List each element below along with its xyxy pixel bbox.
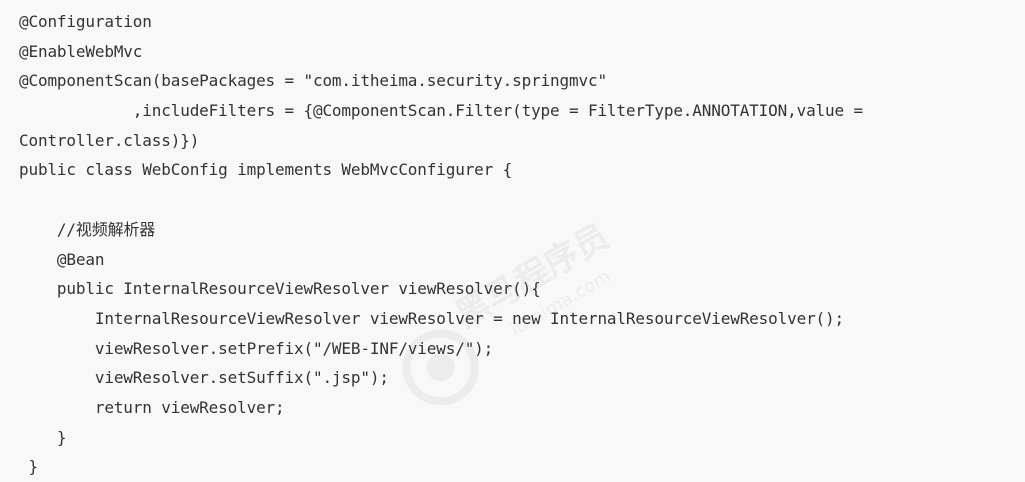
code-line: @Configuration — [19, 12, 152, 31]
code-line: return viewResolver; — [19, 397, 285, 417]
code-line: @EnableWebMvc — [19, 41, 143, 61]
code-line: public InternalResourceViewResolver view… — [19, 279, 541, 299]
code-line: ,includeFilters = {@ComponentScan.Filter… — [19, 101, 863, 121]
code-line: InternalResourceViewResolver viewResolve… — [19, 308, 845, 328]
code-line: @ComponentScan(basePackages = "com.ithei… — [19, 71, 607, 91]
code-line: viewResolver.setSuffix(".jsp"); — [19, 368, 389, 388]
code-line: //视频解析器 — [19, 219, 156, 239]
code-line: Controller.class)}) — [19, 130, 200, 150]
code-line: viewResolver.setPrefix("/WEB-INF/views/"… — [19, 338, 494, 358]
code-block: @Configuration @EnableWebMvc @ComponentS… — [0, 0, 1025, 482]
code-line: public class WebConfig implements WebMvc… — [19, 160, 513, 180]
code-line: } — [19, 427, 67, 447]
code-line: @Bean — [19, 249, 105, 269]
code-line: } — [19, 457, 38, 477]
